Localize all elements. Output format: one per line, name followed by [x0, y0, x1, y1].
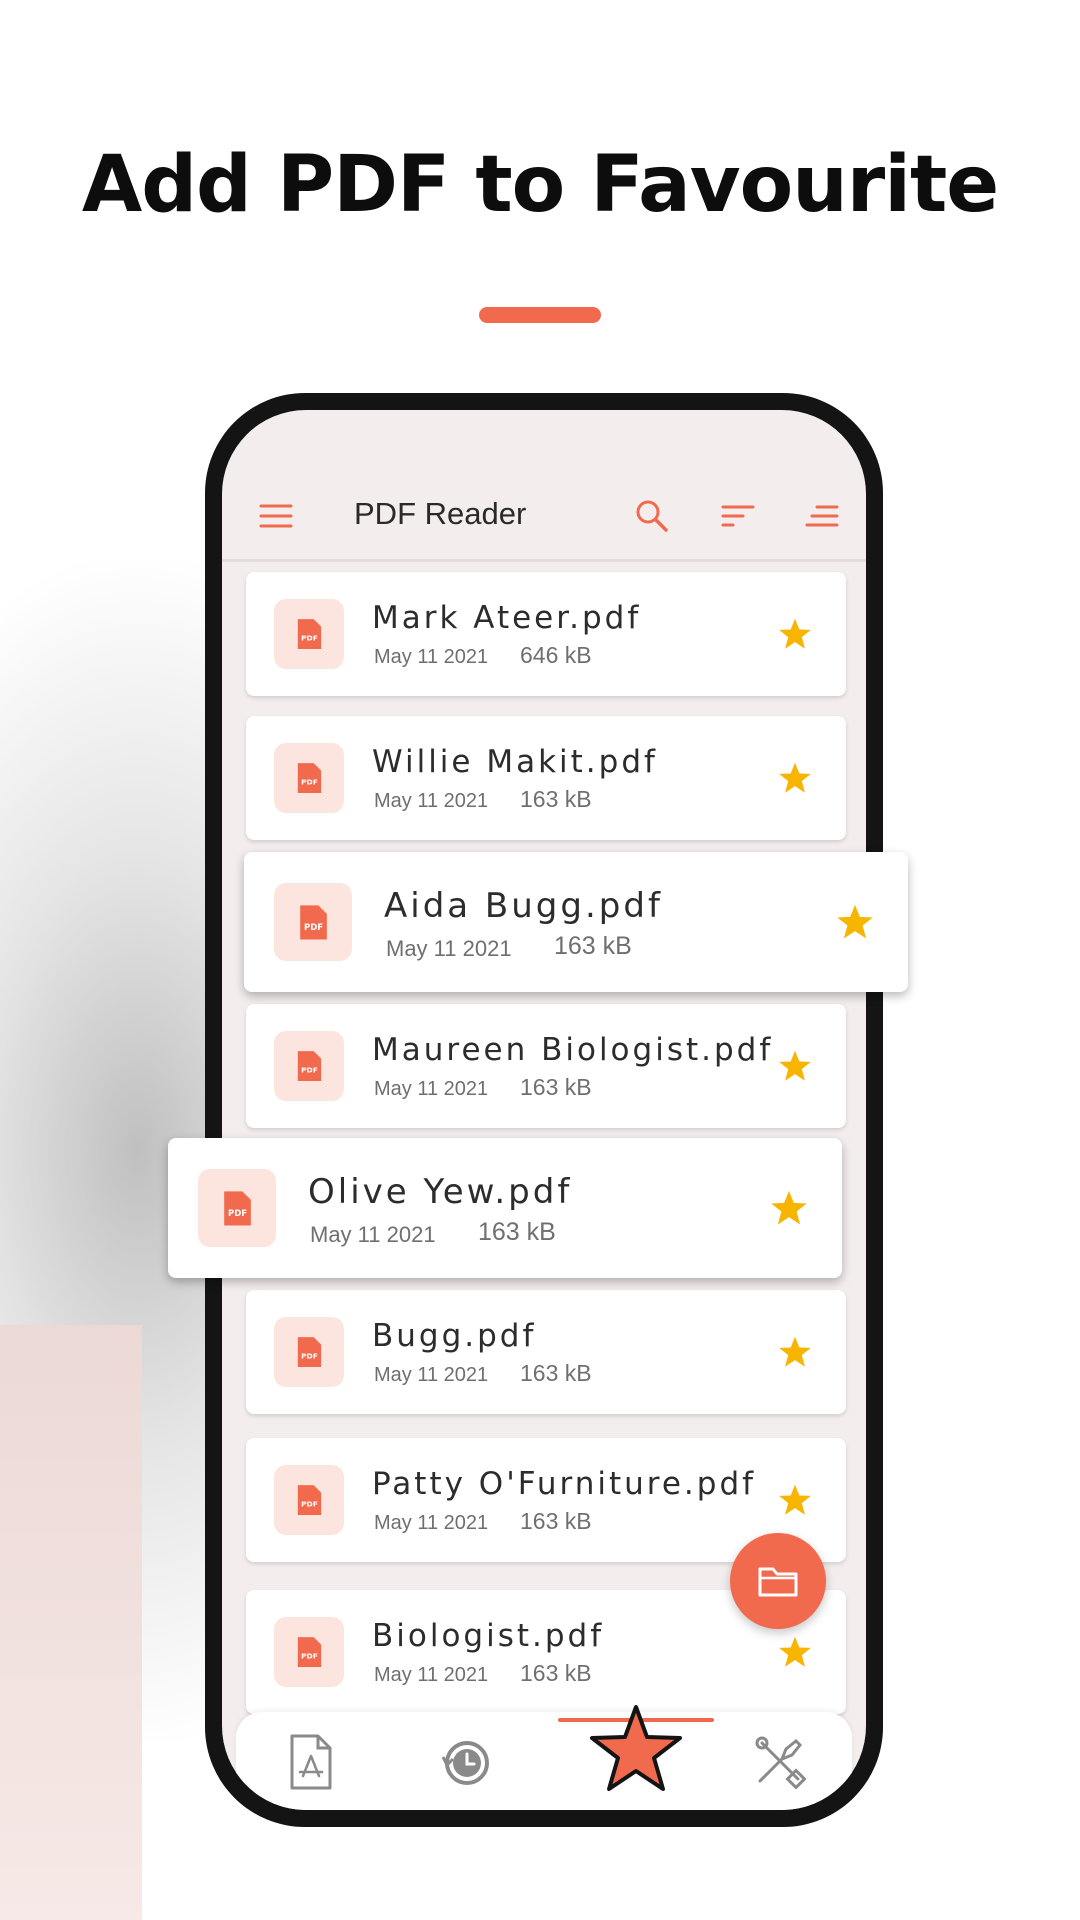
favourite-star-icon[interactable] [778, 1049, 812, 1083]
favourite-star-icon[interactable] [778, 761, 812, 795]
pdf-thumbnail: PDF [198, 1169, 276, 1247]
pdf-file-icon[interactable] [236, 1712, 386, 1810]
file-size: 163 kB [520, 1074, 592, 1100]
file-size: 163 kB [554, 932, 632, 960]
svg-text:PDF: PDF [228, 1208, 247, 1218]
file-name: Patty O'Furniture.pdf [372, 1466, 757, 1502]
file-date: May 11 2021 [310, 1222, 436, 1247]
pdf-thumbnail: PDF [274, 883, 352, 961]
pdf-file-icon: PDF [297, 1051, 322, 1081]
pdf-thumbnail: PDF [274, 599, 344, 669]
pdf-file-icon: PDF [297, 1485, 322, 1515]
pdf-thumbnail: PDF [274, 1031, 344, 1101]
favourite-star-icon[interactable] [778, 1635, 812, 1669]
file-date: May 11 2021 [374, 646, 489, 668]
file-name: Biologist.pdf [372, 1618, 605, 1654]
pdf-thumbnail: PDF [274, 743, 344, 813]
headline: Add PDF to Favourite [81, 140, 999, 230]
file-size: 163 kB [478, 1218, 556, 1246]
headline-underline [479, 307, 601, 323]
pdf-file-icon: PDF [300, 904, 327, 940]
file-card[interactable]: PDF Aida Bugg.pdf May 11 2021 163 kB [244, 852, 908, 992]
file-size: 163 kB [520, 1660, 592, 1686]
file-size: 163 kB [520, 786, 592, 812]
tools-icon[interactable] [704, 1712, 854, 1810]
file-date: May 11 2021 [374, 1664, 489, 1686]
file-date: May 11 2021 [386, 936, 512, 961]
file-card[interactable]: PDF Mark Ateer.pdf May 11 2021 646 kB [246, 572, 846, 696]
pdf-file-icon: PDF [297, 619, 322, 649]
folder-icon [758, 1567, 798, 1597]
file-card[interactable]: PDF Maureen Biologist.pdf May 11 2021 163 k… [246, 1004, 846, 1128]
svg-text:PDF: PDF [301, 1066, 318, 1075]
svg-text:PDF: PDF [301, 1352, 318, 1361]
favourite-star-icon[interactable] [836, 903, 874, 941]
file-date: May 11 2021 [374, 790, 489, 812]
file-name: Aida Bugg.pdf [384, 886, 663, 926]
history-icon[interactable] [391, 1712, 541, 1810]
svg-text:PDF: PDF [301, 1500, 318, 1509]
file-name: Maureen Biologist.pdf [372, 1032, 774, 1068]
favourite-star-icon[interactable] [778, 1335, 812, 1369]
file-date: May 11 2021 [374, 1078, 489, 1100]
svg-text:PDF: PDF [304, 922, 323, 932]
file-card[interactable]: PDF Willie Makit.pdf May 11 2021 163 kB [246, 716, 846, 840]
pdf-file-icon: PDF [297, 1637, 322, 1667]
file-size: 163 kB [520, 1360, 592, 1386]
file-card[interactable]: PDF Bugg.pdf May 11 2021 163 kB [246, 1290, 846, 1414]
file-card[interactable]: PDF Olive Yew.pdf May 11 2021 163 kB [168, 1138, 842, 1278]
pdf-thumbnail: PDF [274, 1317, 344, 1387]
pdf-file-icon: PDF [297, 1337, 322, 1367]
file-size: 646 kB [520, 642, 592, 668]
svg-text:PDF: PDF [301, 634, 318, 643]
file-name: Willie Makit.pdf [372, 744, 658, 780]
favourite-star-icon[interactable] [778, 1483, 812, 1517]
file-date: May 11 2021 [374, 1512, 489, 1534]
favourite-star-icon[interactable] [561, 1698, 711, 1798]
svg-text:PDF: PDF [301, 778, 318, 787]
background-pink-block [0, 1325, 142, 1920]
file-size: 163 kB [520, 1508, 592, 1534]
open-folder-button[interactable] [730, 1533, 826, 1629]
pdf-thumbnail: PDF [274, 1465, 344, 1535]
file-name: Olive Yew.pdf [308, 1172, 573, 1212]
pdf-file-icon: PDF [297, 763, 322, 793]
bottom-navigation [236, 1705, 854, 1810]
pdf-file-icon: PDF [224, 1190, 251, 1226]
file-name: Bugg.pdf [372, 1318, 537, 1354]
svg-text:PDF: PDF [301, 1652, 318, 1661]
favourite-star-icon[interactable] [778, 617, 812, 651]
favourite-star-icon[interactable] [770, 1189, 808, 1227]
pdf-thumbnail: PDF [274, 1617, 344, 1687]
file-name: Mark Ateer.pdf [372, 600, 642, 636]
file-date: May 11 2021 [374, 1364, 489, 1386]
